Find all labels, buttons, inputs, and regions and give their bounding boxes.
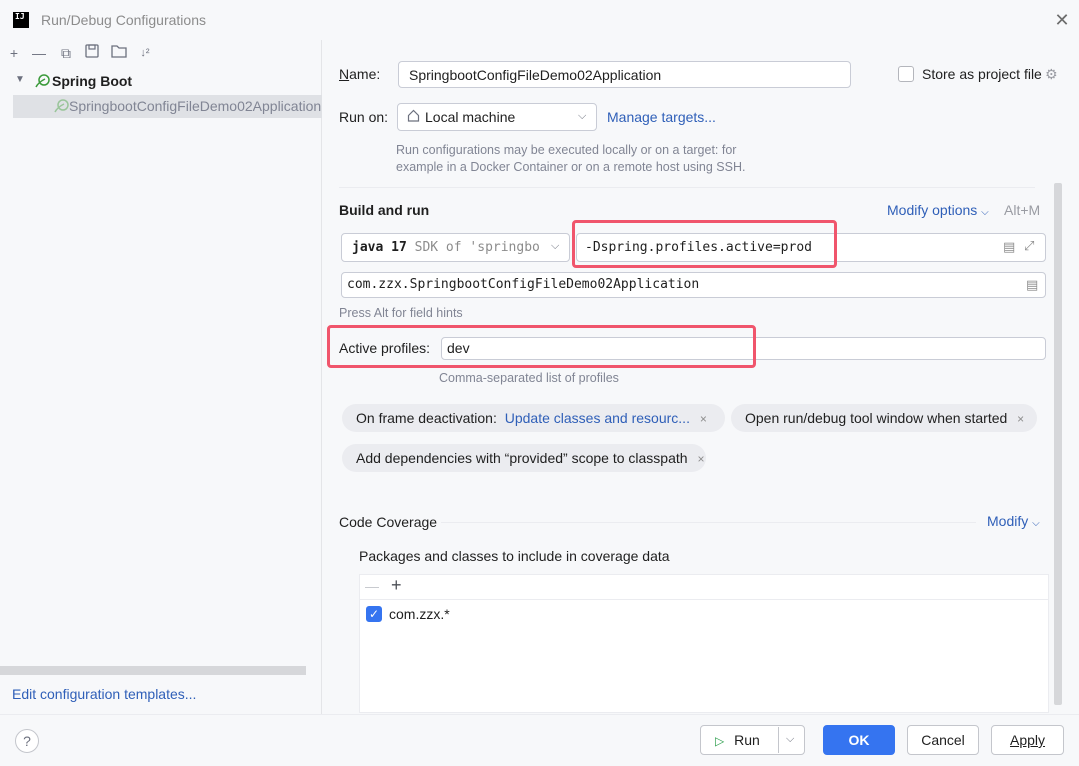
provided-scope-chip[interactable]: Add dependencies with “provided” scope t… <box>342 444 706 472</box>
folder-icon[interactable] <box>110 44 128 62</box>
run-on-label: Run on: <box>339 109 389 125</box>
close-icon[interactable]: × <box>697 452 704 466</box>
expand-icon[interactable]: ⤢ <box>1024 238 1034 254</box>
chip-label: Add dependencies with “provided” scope t… <box>356 450 688 466</box>
remove-icon[interactable]: — <box>365 578 379 594</box>
profiles-hint: Comma-separated list of profiles <box>439 371 619 385</box>
remove-icon[interactable]: — <box>30 44 48 62</box>
run-on-dropdown[interactable]: Local machine <box>397 103 597 131</box>
store-project-checkbox[interactable] <box>898 66 914 82</box>
add-icon[interactable]: + <box>391 575 402 596</box>
open-tool-window-chip[interactable]: Open run/debug tool window when started … <box>731 404 1037 432</box>
close-icon[interactable]: ✕ <box>1052 10 1072 30</box>
name-label: Name: <box>339 66 381 82</box>
coverage-packages-panel <box>359 574 1049 713</box>
vertical-scrollbar[interactable] <box>1054 183 1062 705</box>
spring-boot-icon <box>34 73 50 92</box>
window-title: Run/Debug Configurations <box>41 12 206 28</box>
divider <box>339 187 1035 188</box>
name-field[interactable]: SpringbootConfigFileDemo02Application <box>398 61 851 88</box>
chevron-down-icon[interactable]: ⌵ <box>786 733 794 746</box>
coverage-modify-link[interactable]: Modify ⌵ <box>987 513 1040 529</box>
spring-boot-app-icon <box>53 98 69 117</box>
packages-title: Packages and classes to include in cover… <box>359 548 670 564</box>
package-checkbox[interactable]: ✓ <box>366 606 382 622</box>
run-label: Run <box>734 732 760 748</box>
divider <box>778 727 779 753</box>
apply-label: Apply <box>1009 732 1046 748</box>
package-item: com.zzx.* <box>389 606 450 622</box>
save-icon[interactable] <box>83 44 101 62</box>
edit-templates-link[interactable]: Edit configuration templates... <box>12 686 196 702</box>
add-icon[interactable]: + <box>5 44 23 62</box>
chevron-down-icon: ⌵ <box>578 110 587 122</box>
copy-icon[interactable]: ⧉ <box>57 44 75 62</box>
jdk-dropdown[interactable]: java 17 SDK of 'springbo <box>341 233 570 262</box>
frame-deactivation-chip[interactable]: On frame deactivation: Update classes an… <box>342 404 725 432</box>
configuration-tree-panel <box>0 40 322 714</box>
manage-targets-link[interactable]: Manage targets... <box>607 109 716 125</box>
jdk-version: java 17 <box>352 240 407 255</box>
highlight-box-active-profiles <box>327 325 756 368</box>
main-class-field[interactable]: com.zzx.SpringbootConfigFileDemo02Applic… <box>341 272 1046 298</box>
modify-options-link[interactable]: Modify options ⌵ <box>887 202 989 218</box>
home-icon <box>407 109 420 125</box>
modify-shortcut: Alt+M <box>1004 202 1041 218</box>
chevron-down-icon: ⌵ <box>551 240 560 252</box>
chevron-down-icon: ⌵ <box>981 207 989 218</box>
tree-item-label: SpringbootConfigFileDemo02Application <box>69 98 322 114</box>
help-button[interactable]: ? <box>15 729 39 753</box>
field-hints-text: Press Alt for field hints <box>339 306 463 320</box>
tree-item-spring-boot[interactable]: Spring Boot <box>52 73 132 89</box>
browse-class-icon[interactable]: ▤ <box>1026 277 1038 293</box>
play-icon: ▷ <box>715 734 725 748</box>
gear-icon[interactable]: ⚙ <box>1045 66 1058 83</box>
chip-label: On frame deactivation: <box>356 410 497 426</box>
chip-label: Open run/debug tool window when started <box>745 410 1008 426</box>
sort-icon[interactable]: ↓² <box>136 44 154 62</box>
apply-button[interactable]: Apply <box>991 725 1064 755</box>
divider <box>441 522 976 523</box>
horizontal-scrollbar[interactable] <box>0 666 306 675</box>
coverage-modify-label: Modify <box>987 513 1029 529</box>
intellij-logo-icon: IJ <box>13 12 29 28</box>
jdk-description: SDK of 'springbo <box>414 240 540 255</box>
frame-deactivation-value[interactable]: Update classes and resourc... <box>505 410 690 426</box>
divider <box>360 599 1048 600</box>
ok-button[interactable]: OK <box>823 725 895 755</box>
close-icon[interactable]: × <box>700 412 707 426</box>
code-coverage-title: Code Coverage <box>339 514 438 530</box>
chevron-down-icon[interactable]: ▼ <box>15 74 25 85</box>
cancel-button[interactable]: Cancel <box>907 725 979 755</box>
build-run-title: Build and run <box>339 202 430 218</box>
expand-text-icon[interactable]: ▤ <box>1003 239 1015 255</box>
store-project-label[interactable]: Store as project file <box>922 66 1042 82</box>
run-on-value: Local machine <box>425 109 516 125</box>
modify-options-label: Modify options <box>887 202 978 218</box>
highlight-box-vm-options <box>572 220 837 268</box>
close-icon[interactable]: × <box>1017 412 1024 426</box>
chevron-down-icon: ⌵ <box>1032 518 1040 529</box>
run-on-hint: Run configurations may be executed local… <box>396 143 746 174</box>
